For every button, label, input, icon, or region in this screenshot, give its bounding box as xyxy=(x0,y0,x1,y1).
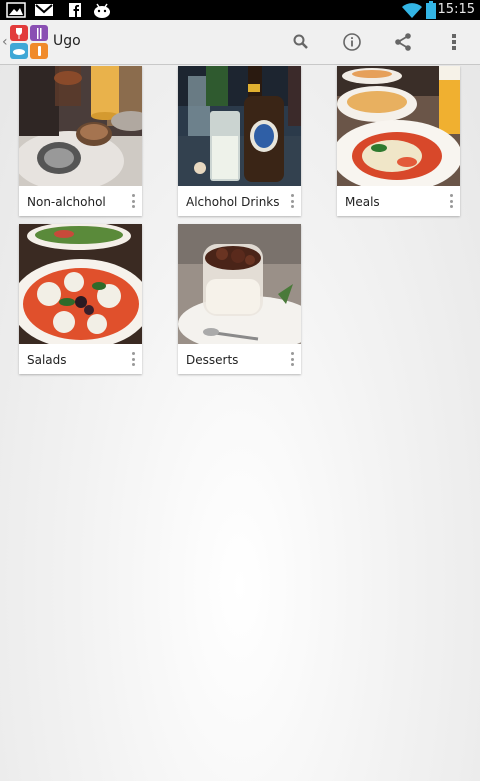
category-thumbnail xyxy=(178,224,301,344)
category-card-meals[interactable]: Meals xyxy=(337,66,460,216)
status-time: 15:15 xyxy=(437,2,475,17)
category-card-alcohol-drinks[interactable]: Alchohol Drinks xyxy=(178,66,301,216)
card-overflow-menu-icon[interactable] xyxy=(128,350,138,368)
wifi-icon xyxy=(402,3,422,18)
category-thumbnail xyxy=(178,66,301,186)
category-thumbnail xyxy=(337,66,460,186)
share-button[interactable] xyxy=(388,28,418,56)
category-card-non-alcohol[interactable]: Non-alchohol xyxy=(19,66,142,216)
card-overflow-menu-icon[interactable] xyxy=(287,350,297,368)
android-icon xyxy=(94,3,110,18)
card-overflow-menu-icon[interactable] xyxy=(446,192,456,210)
battery-icon xyxy=(426,1,436,19)
share-icon xyxy=(395,33,411,51)
status-bar: 15:15 xyxy=(0,0,480,20)
overflow-menu-button[interactable] xyxy=(439,28,469,56)
category-thumbnail xyxy=(19,224,142,344)
category-label: Alchohol Drinks xyxy=(186,195,280,209)
category-label: Non-alchohol xyxy=(27,195,106,209)
search-icon xyxy=(293,34,308,49)
card-overflow-menu-icon[interactable] xyxy=(128,192,138,210)
overflow-menu-icon xyxy=(452,34,456,50)
app-title: Ugo xyxy=(53,33,81,49)
facebook-icon xyxy=(69,3,81,17)
up-caret-icon[interactable]: ‹ xyxy=(2,34,8,50)
category-label: Salads xyxy=(27,353,67,367)
category-card-salads[interactable]: Salads xyxy=(19,224,142,374)
info-icon xyxy=(343,33,361,51)
category-label: Desserts xyxy=(186,353,239,367)
category-label: Meals xyxy=(345,195,380,209)
info-button[interactable] xyxy=(337,28,367,56)
category-card-desserts[interactable]: Desserts xyxy=(178,224,301,374)
app-logo[interactable] xyxy=(9,24,49,60)
search-button[interactable] xyxy=(286,28,316,56)
image-notification-icon xyxy=(6,2,26,18)
gmail-icon xyxy=(35,4,53,16)
category-thumbnail xyxy=(19,66,142,186)
action-bar: ‹ Ugo xyxy=(0,20,480,65)
card-overflow-menu-icon[interactable] xyxy=(287,192,297,210)
